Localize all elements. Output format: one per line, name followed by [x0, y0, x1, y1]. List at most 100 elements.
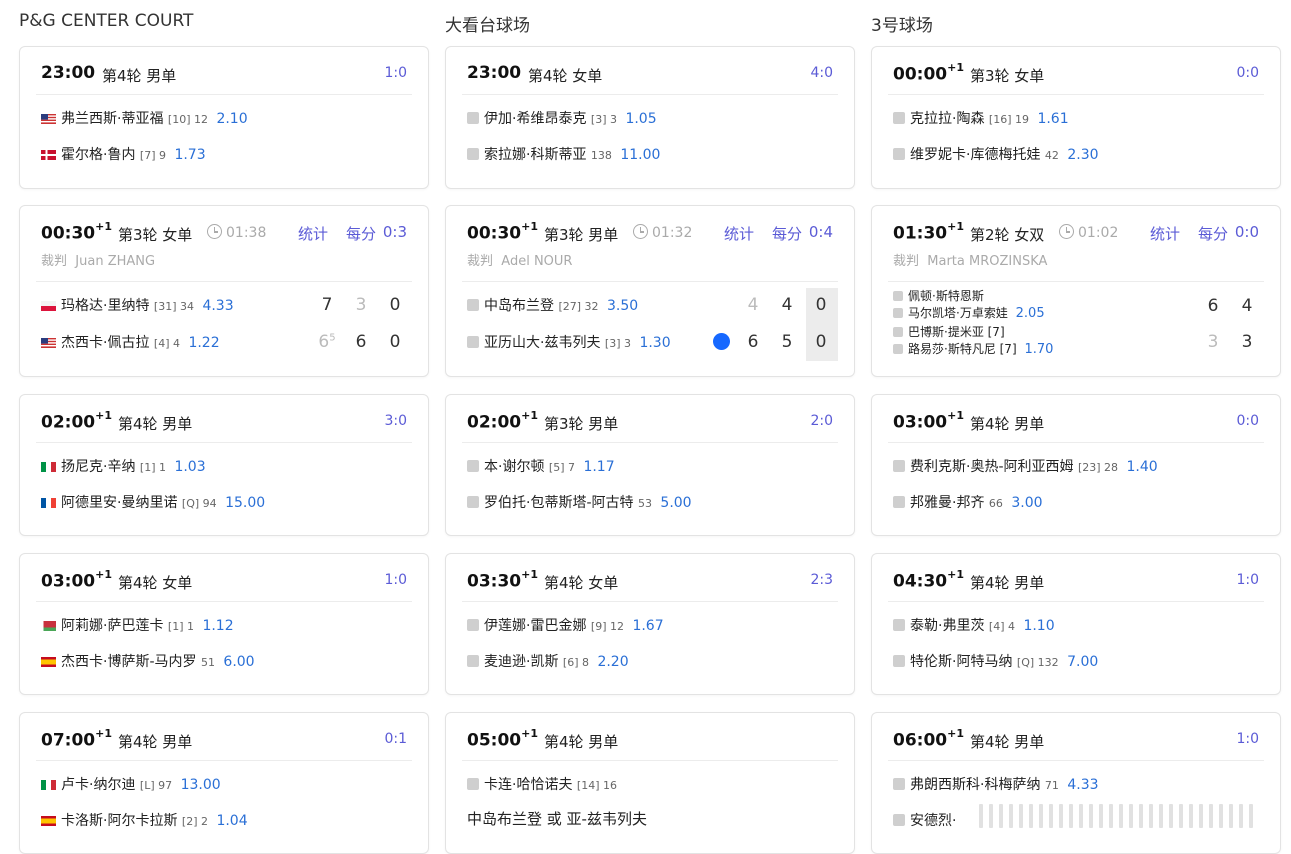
player-name[interactable]: 卡洛斯·阿尔卡拉斯	[61, 813, 177, 829]
player-row[interactable]: 卡连·哈恰诺夫 [14] 16	[467, 774, 838, 796]
player-odds[interactable]: 2.10	[216, 111, 247, 127]
player-row[interactable]: 卡洛斯·阿尔卡拉斯 [2] 2 1.04	[41, 810, 412, 832]
player-name[interactable]: 扬尼克·辛纳	[61, 459, 135, 475]
head-to-head-score[interactable]: 2:0	[810, 413, 833, 429]
match-card[interactable]: 07:00+1 第4轮 男单 0:1 卢卡·纳尔迪 [L] 97 13.00 卡洛斯·阿…	[19, 712, 429, 854]
match-card[interactable]: 00:30+1 第3轮 男单 01:32 统计 每分 0:4 裁判 Adel NOUR 中岛布…	[445, 205, 855, 377]
player-row[interactable]: 亚历山大·兹韦列夫 [3] 3 1.30 6 5 0	[467, 332, 838, 354]
match-card[interactable]: 05:00+1 第4轮 男单 卡连·哈恰诺夫 [14] 16 中岛布兰登 或 亚-兹韦…	[445, 712, 855, 854]
match-card[interactable]: 23:00 第4轮 女单 4:0 伊加·希维昂泰克 [3] 3 1.05 索拉娜·科斯蒂…	[445, 46, 855, 189]
player-odds[interactable]: 13.00	[181, 777, 221, 793]
player-name[interactable]: 伊加·希维昂泰克	[484, 111, 586, 127]
team-odds[interactable]: 1.70	[1024, 342, 1053, 357]
player-odds[interactable]: 5.00	[660, 495, 691, 511]
player-odds[interactable]: 1.67	[632, 618, 663, 634]
match-card[interactable]: 00:30+1 第3轮 女单 01:38 统计 每分 0:3 裁判 Juan ZHANG 玛格…	[19, 205, 429, 377]
team-odds[interactable]: 2.05	[1016, 306, 1045, 321]
player-row[interactable]: 杰西卡·佩古拉 [4] 4 1.22 65 6 0	[41, 332, 412, 354]
head-to-head-score[interactable]: 1:0	[1236, 572, 1259, 588]
player-row[interactable]: 罗伯托·包蒂斯塔-阿古特 53 5.00	[467, 492, 838, 514]
player-name[interactable]: 玛格达·里纳特	[61, 298, 149, 314]
player-name[interactable]: 亚历山大·兹韦列夫	[484, 335, 600, 351]
player-odds[interactable]: 1.17	[583, 459, 614, 475]
head-to-head-score[interactable]: 0:3	[383, 223, 407, 241]
head-to-head-score[interactable]: 1:0	[1236, 731, 1259, 747]
player-name[interactable]: 罗伯托·包蒂斯塔-阿古特	[484, 495, 634, 511]
player-odds[interactable]: 1.04	[216, 813, 247, 829]
head-to-head-score[interactable]: 3:0	[384, 413, 407, 429]
player-row[interactable]: 麦迪逊·凯斯 [6] 8 2.20	[467, 651, 838, 673]
player-row[interactable]: 弗兰西斯·蒂亚福 [10] 12 2.10	[41, 108, 412, 130]
head-to-head-score[interactable]: 1:0	[384, 65, 407, 81]
player-odds[interactable]: 11.00	[620, 147, 660, 163]
player-odds[interactable]: 1.12	[202, 618, 233, 634]
player-name[interactable]: 卡连·哈恰诺夫	[484, 777, 572, 793]
player-row[interactable]: 伊莲娜·雷巴金娜 [9] 12 1.67	[467, 615, 838, 637]
player-name[interactable]: 路易莎·斯特凡尼 [7]	[908, 342, 1017, 356]
player-name[interactable]: 马尔凯塔·万卓索娃	[908, 306, 1008, 320]
head-to-head-score[interactable]: 1:0	[384, 572, 407, 588]
match-card[interactable]: 23:00 第4轮 男单 1:0 弗兰西斯·蒂亚福 [10] 12 2.10 霍尔格·鲁…	[19, 46, 429, 189]
player-name[interactable]: 弗兰西斯·蒂亚福	[61, 111, 163, 127]
match-card[interactable]: 01:30+1 第2轮 女双 01:02 统计 每分 0:0 裁判 Marta MROZIN…	[871, 205, 1281, 377]
player-odds[interactable]: 1.05	[625, 111, 656, 127]
stats-link[interactable]: 统计	[298, 223, 328, 244]
player-odds[interactable]: 1.22	[188, 335, 219, 351]
player-odds[interactable]: 1.61	[1037, 111, 1068, 127]
match-card[interactable]: 03:30+1 第4轮 女单 2:3 伊莲娜·雷巴金娜 [9] 12 1.67 麦迪逊·…	[445, 553, 855, 695]
player-name[interactable]: 霍尔格·鲁内	[61, 147, 135, 163]
stats-link[interactable]: 统计	[724, 223, 754, 244]
head-to-head-score[interactable]: 0:0	[1236, 65, 1259, 81]
player-name[interactable]: 费利克斯·奥热-阿利亚西姆	[910, 459, 1074, 475]
player-name[interactable]: 本·谢尔顿	[484, 459, 544, 475]
head-to-head-score[interactable]: 0:1	[384, 731, 407, 747]
player-name[interactable]: 巴博斯·提米亚 [7]	[908, 325, 1005, 339]
player-odds[interactable]: 1.40	[1127, 459, 1158, 475]
player-row[interactable]: 克拉拉·陶森 [16] 19 1.61	[893, 108, 1264, 130]
head-to-head-score[interactable]: 0:0	[1235, 223, 1259, 241]
point-by-point-link[interactable]: 每分	[772, 223, 802, 244]
player-name[interactable]: 杰西卡·佩古拉	[61, 335, 149, 351]
player-row[interactable]: 特伦斯·阿特马纳 [Q] 132 7.00	[893, 651, 1264, 673]
match-card[interactable]: 00:00+1 第3轮 女单 0:0 克拉拉·陶森 [16] 19 1.61 维罗妮卡·…	[871, 46, 1281, 189]
player-row[interactable]: 卢卡·纳尔迪 [L] 97 13.00	[41, 774, 412, 796]
player-row[interactable]: 阿德里安·曼纳里诺 [Q] 94 15.00	[41, 492, 412, 514]
player-odds[interactable]: 1.03	[174, 459, 205, 475]
player-name[interactable]: 伊莲娜·雷巴金娜	[484, 618, 586, 634]
player-row[interactable]: 玛格达·里纳特 [31] 34 4.33 7 3 0	[41, 295, 412, 317]
player-row[interactable]: 霍尔格·鲁内 [7] 9 1.73	[41, 144, 412, 166]
player-row[interactable]: 邦雅曼·邦齐 66 3.00	[893, 492, 1264, 514]
player-name[interactable]: 克拉拉·陶森	[910, 111, 984, 127]
player-name[interactable]: 中岛布兰登	[484, 298, 554, 314]
head-to-head-score[interactable]: 2:3	[810, 572, 833, 588]
match-card[interactable]: 03:00+1 第4轮 男单 0:0 费利克斯·奥热-阿利亚西姆 [23] 28 1.…	[871, 394, 1281, 536]
player-odds[interactable]: 6.00	[223, 654, 254, 670]
player-row[interactable]: 伊加·希维昂泰克 [3] 3 1.05	[467, 108, 838, 130]
head-to-head-score[interactable]: 4:0	[810, 65, 833, 81]
player-row[interactable]: 杰西卡·博萨斯-马内罗 51 6.00	[41, 651, 412, 673]
player-name[interactable]: 索拉娜·科斯蒂亚	[484, 147, 586, 163]
player-name[interactable]: 特伦斯·阿特马纳	[910, 654, 1012, 670]
player-name[interactable]: 卢卡·纳尔迪	[61, 777, 135, 793]
player-odds[interactable]: 2.30	[1067, 147, 1098, 163]
player-name[interactable]: 阿德里安·曼纳里诺	[61, 495, 177, 511]
player-odds[interactable]: 4.33	[1067, 777, 1098, 793]
match-card[interactable]: 04:30+1 第4轮 男单 1:0 泰勒·弗里茨 [4] 4 1.10 特伦斯·阿特马…	[871, 553, 1281, 695]
match-card[interactable]: 02:00+1 第3轮 男单 2:0 本·谢尔顿 [5] 7 1.17 罗伯托·包蒂斯塔…	[445, 394, 855, 536]
match-card[interactable]: 02:00+1 第4轮 男单 3:0 扬尼克·辛纳 [1] 1 1.03 阿德里安·曼纳…	[19, 394, 429, 536]
player-row[interactable]: 扬尼克·辛纳 [1] 1 1.03	[41, 456, 412, 478]
player-name[interactable]: 邦雅曼·邦齐	[910, 495, 984, 511]
player-odds[interactable]: 1.30	[639, 335, 670, 351]
player-name[interactable]: 麦迪逊·凯斯	[484, 654, 558, 670]
player-odds[interactable]: 4.33	[202, 298, 233, 314]
player-odds[interactable]: 3.50	[607, 298, 638, 314]
doubles-team[interactable]: 佩顿·斯特恩斯马尔凯塔·万卓索娃 2.05	[893, 288, 1045, 322]
point-by-point-link[interactable]: 每分	[346, 223, 376, 244]
player-odds[interactable]: 1.10	[1023, 618, 1054, 634]
player-odds[interactable]: 2.20	[597, 654, 628, 670]
player-name[interactable]: 佩顿·斯特恩斯	[908, 289, 984, 303]
player-row[interactable]: 维罗妮卡·库德梅托娃 42 2.30	[893, 144, 1264, 166]
player-name[interactable]: 杰西卡·博萨斯-马内罗	[61, 654, 197, 670]
player-row[interactable]: 弗朗西斯科·科梅萨纳 71 4.33	[893, 774, 1264, 796]
player-odds[interactable]: 7.00	[1067, 654, 1098, 670]
